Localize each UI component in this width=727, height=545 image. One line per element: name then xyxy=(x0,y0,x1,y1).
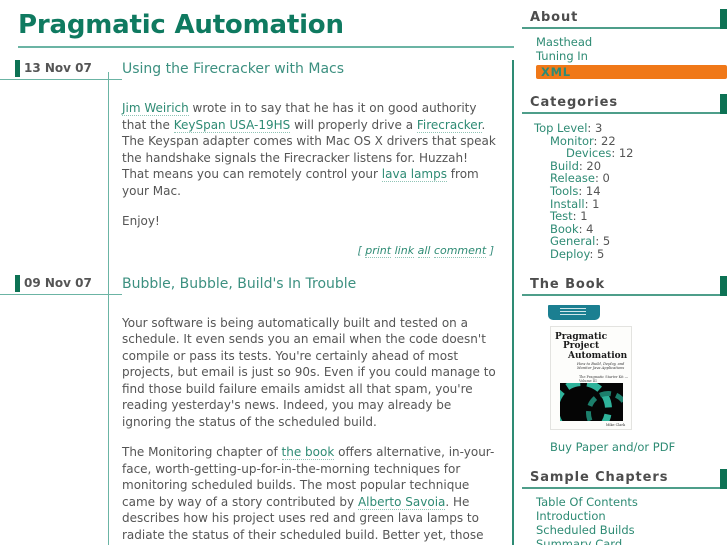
sidebar-link-summary-card[interactable]: Summary Card xyxy=(536,538,727,545)
sidebar-heading-label: About xyxy=(530,10,579,25)
category-list: Top Level: 3 Monitor: 22 Devices: 12 Build:… xyxy=(522,117,727,261)
xml-feed-badge[interactable]: XML xyxy=(536,64,727,79)
inline-link[interactable]: KeySpan USA-19HS xyxy=(173,117,291,133)
heading-marker-icon xyxy=(720,94,727,114)
category-count: 1 xyxy=(592,196,600,211)
page-title: Pragmatic Automation xyxy=(18,10,344,40)
inline-link[interactable]: Jim Weirich xyxy=(122,101,189,116)
category-count: 5 xyxy=(596,246,605,261)
inline-link[interactable]: the book xyxy=(281,445,335,460)
heading-marker-icon xyxy=(720,468,727,489)
sidebar-heading: Sample Chapters xyxy=(522,460,727,489)
inline-link[interactable]: Alberto Savoia xyxy=(357,494,446,510)
post-date: 09 Nov 07 xyxy=(15,274,92,292)
sidebar-link-list: Table Of Contents Introduction Scheduled B… xyxy=(522,492,727,545)
book-cover-author: Mike Clark xyxy=(605,422,625,427)
publisher-logo-icon xyxy=(548,304,600,320)
post-action-comment[interactable]: comment xyxy=(433,243,487,258)
sidebar-section: Categories Top Level: 3 Monitor: 22 Devices… xyxy=(522,85,727,261)
heading-marker-icon xyxy=(720,275,727,296)
category-count: 12 xyxy=(618,146,634,161)
heading-marker-icon xyxy=(720,9,727,29)
post-body: Jim Weirich wrote in to say that he has … xyxy=(108,72,512,545)
sidebar-link-list: Masthead Tuning In XML xyxy=(522,32,727,79)
paragraph: The Monitoring chapter of the book offer… xyxy=(122,444,496,545)
paragraph: Jim Weirich wrote in to say that he has … xyxy=(122,100,496,199)
post-header: 09 Nov 07 Bubble, Bubble, Build's In Trou… xyxy=(0,274,512,303)
book-cover-image[interactable]: Pragmatic Project Automation How to Build, … xyxy=(550,325,632,430)
post-title[interactable]: Bubble, Bubble, Build's In Trouble xyxy=(122,275,512,293)
post-actions: [ print link all comment ] xyxy=(122,243,496,258)
sidebar-link-introduction[interactable]: Introduction xyxy=(536,510,727,523)
sidebar-link-table-of-contents[interactable]: Table Of Contents xyxy=(536,496,727,509)
inline-link[interactable]: lava lamps xyxy=(381,167,447,182)
book-cover-series: The Pragmatic Starter Kit — Volume III xyxy=(579,374,629,383)
text-run: Your software is being automatically bui… xyxy=(122,315,496,429)
post-date: 13 Nov 07 xyxy=(15,60,92,77)
book-cover-title: Pragmatic Project Automation xyxy=(555,332,628,362)
post: 09 Nov 07 Bubble, Bubble, Build's In Trou… xyxy=(0,274,512,545)
book-title-line-3: Automation xyxy=(568,350,628,361)
post-title[interactable]: Using the Firecracker with Macs xyxy=(122,60,512,78)
post-body: Your software is being automatically bui… xyxy=(108,286,512,545)
sidebar-section: Sample Chapters Table Of Contents Introduc… xyxy=(522,460,727,545)
paragraph: Your software is being automatically bui… xyxy=(122,315,496,431)
post-header: 13 Nov 07 Using the Firecracker with Macs xyxy=(0,60,512,88)
sidebar-heading-label: Categories xyxy=(530,95,619,110)
sidebar-heading-label: Sample Chapters xyxy=(530,469,669,485)
sidebar-heading: The Book xyxy=(522,267,727,296)
sidebar-section: The Book Pragmatic Project Automation How to… xyxy=(522,267,727,454)
buy-book-link[interactable]: Buy Paper and/or PDF xyxy=(550,440,727,454)
post-action-all[interactable]: all xyxy=(417,243,431,258)
book-cover-gear-artwork-icon xyxy=(560,382,623,421)
category-count: 0 xyxy=(602,171,610,186)
bracket-close: ] xyxy=(486,243,494,257)
category-row: Deploy: 5 xyxy=(550,246,605,261)
post-action-link[interactable]: link xyxy=(394,243,415,258)
book-cover-subtitle: How to Build, Deploy, and Monitor Java A… xyxy=(577,361,625,371)
book-block: Pragmatic Project Automation How to Build, … xyxy=(522,299,727,454)
post-list: 13 Nov 07 Using the Firecracker with Macs… xyxy=(0,60,514,545)
sidebar-link-tuning-in[interactable]: Tuning In xyxy=(536,50,727,63)
sidebar-heading: About xyxy=(522,0,727,29)
sidebar-heading: Categories xyxy=(522,85,727,114)
paragraph: Enjoy! xyxy=(122,213,496,230)
category-link-deploy[interactable]: Deploy xyxy=(550,247,589,261)
post: 13 Nov 07 Using the Firecracker with Macs… xyxy=(0,60,512,545)
sidebar-link-masthead[interactable]: Masthead xyxy=(536,36,727,49)
inline-link[interactable]: Firecracker xyxy=(416,117,482,133)
text-run: The Monitoring chapter of xyxy=(122,445,282,459)
sidebar-link-scheduled-builds[interactable]: Scheduled Builds xyxy=(536,524,727,537)
post-action-print[interactable]: print xyxy=(365,243,392,258)
text-run: will properly drive a xyxy=(290,117,417,132)
text-run: Enjoy! xyxy=(122,214,160,228)
sidebar: About Masthead Tuning In XML Categories Top L… xyxy=(522,0,727,545)
masthead: Pragmatic Automation xyxy=(18,8,514,48)
sidebar-heading-label: The Book xyxy=(530,276,606,292)
page-root: Pragmatic Automation 13 Nov 07 Using the … xyxy=(0,0,727,545)
bracket-open: [ xyxy=(357,243,362,257)
sidebar-section: About Masthead Tuning In XML xyxy=(522,0,727,79)
